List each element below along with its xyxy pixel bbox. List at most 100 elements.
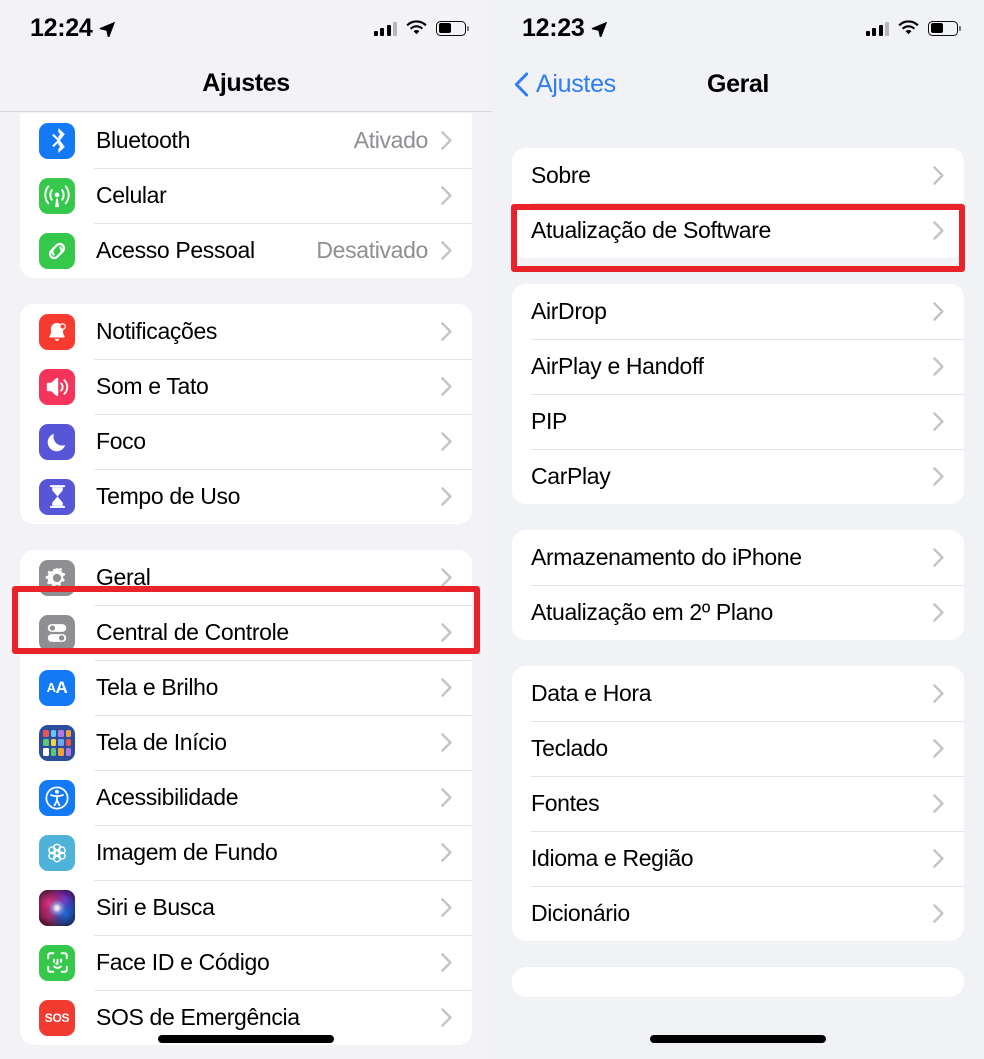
settings-row-face-id-e-codigo[interactable]: Face ID e Código (20, 935, 472, 990)
general-row-label: Armazenamento do iPhone (531, 544, 802, 570)
settings-row-imagem-de-fundo[interactable]: Imagem de Fundo (20, 825, 472, 880)
chevron-right-icon (933, 166, 944, 185)
home-screen-grid-icon (39, 724, 75, 761)
emergency-sos-icon: SOS (39, 999, 75, 1036)
settings-row-label: Tempo de Uso (96, 483, 241, 509)
general-group-sharing: AirDrop AirPlay e Handoff PIP CarPlay (512, 284, 964, 504)
chevron-right-icon (933, 684, 944, 703)
general-row-label: Fontes (531, 790, 600, 816)
general-gear-icon (39, 559, 75, 596)
chevron-right-icon (441, 678, 452, 697)
settings-row-value: Desativado (316, 237, 428, 263)
back-button[interactable]: Ajustes (514, 70, 616, 99)
general-group-next-partial (512, 967, 964, 997)
settings-row-notificacoes[interactable]: Notificações (20, 304, 472, 359)
status-bar-right (373, 20, 470, 36)
home-indicator (158, 1035, 334, 1043)
status-bar: 12:24 (0, 0, 492, 56)
location-arrow-icon (591, 20, 608, 37)
settings-row-tela-e-brilho[interactable]: AA Tela e Brilho (20, 660, 472, 715)
chevron-right-icon (441, 377, 452, 396)
general-row-label: Idioma e Região (531, 845, 694, 871)
settings-row-value: Ativado (353, 127, 429, 153)
settings-row-tela-de-inicio[interactable]: Tela de Início (20, 715, 472, 770)
general-row-label: AirPlay e Handoff (531, 353, 704, 379)
chevron-right-icon (933, 221, 944, 240)
bluetooth-icon (39, 122, 75, 159)
settings-row-label: Notificações (96, 318, 218, 344)
settings-row-geral[interactable]: Geral (20, 550, 472, 605)
chevron-right-icon (933, 302, 944, 321)
chevron-right-icon (441, 843, 452, 862)
right-phone-screen-general: 12:23 Ajustes Geral Sobre Atualização de… (492, 0, 984, 1059)
general-row-dicionario[interactable]: Dicionário (512, 886, 964, 941)
general-row-data-e-hora[interactable]: Data e Hora (512, 666, 964, 721)
chevron-right-icon (441, 1008, 452, 1027)
general-row-carplay[interactable]: CarPlay (512, 449, 964, 504)
settings-group-connectivity: Bluetooth Ativado Celular Acesso Pessoal… (20, 113, 472, 278)
settings-row-celular[interactable]: Celular (20, 168, 472, 223)
general-row-label: Sobre (531, 162, 591, 188)
settings-row-acessibilidade[interactable]: Acessibilidade (20, 770, 472, 825)
settings-row-central-de-controle[interactable]: Central de Controle (20, 605, 472, 660)
general-row-idioma-e-regiao[interactable]: Idioma e Região (512, 831, 964, 886)
dual-screenshot-container: 12:24 Ajustes Bluetooth Ativado Celular … (0, 0, 984, 1059)
status-bar-clock: 12:24 (30, 13, 93, 42)
siri-orb-icon (39, 889, 75, 926)
notifications-bell-icon (39, 313, 75, 350)
chevron-right-icon (441, 131, 452, 150)
general-row-label: Data e Hora (531, 680, 652, 706)
general-row-atualizacao-de-software[interactable]: Atualização de Software (512, 203, 964, 258)
wallpaper-flower-icon (39, 834, 75, 871)
settings-group-notifications: Notificações Som e Tato Foco Tempo de Us… (20, 304, 472, 524)
wifi-icon (898, 20, 919, 36)
chevron-right-icon (441, 953, 452, 972)
chevron-right-icon (933, 739, 944, 758)
chevron-right-icon (933, 467, 944, 486)
settings-row-foco[interactable]: Foco (20, 414, 472, 469)
general-group-info: Sobre Atualização de Software (512, 148, 964, 258)
settings-row-label: Geral (96, 564, 151, 590)
navigation-bar: Ajustes (0, 56, 492, 112)
settings-scroll-area[interactable]: Bluetooth Ativado Celular Acesso Pessoal… (0, 113, 492, 1059)
chevron-right-icon (933, 849, 944, 868)
general-row-armazenamento-do-iphone[interactable]: Armazenamento do iPhone (512, 530, 964, 585)
settings-row-label: Som e Tato (96, 373, 209, 399)
focus-moon-icon (39, 423, 75, 460)
home-indicator (650, 1035, 826, 1043)
settings-row-label: Siri e Busca (96, 894, 215, 920)
settings-row-label: SOS de Emergência (96, 1004, 300, 1030)
signal-bars-icon (373, 21, 397, 36)
control-center-toggles-icon (39, 614, 75, 651)
settings-row-label: Tela de Início (96, 729, 227, 755)
general-row-sobre[interactable]: Sobre (512, 148, 964, 203)
page-title: Ajustes (202, 69, 290, 97)
general-row-airplay-e-handoff[interactable]: AirPlay e Handoff (512, 339, 964, 394)
display-brightness-aa-icon: AA (39, 669, 75, 706)
status-bar: 12:23 (492, 0, 984, 56)
accessibility-icon (39, 779, 75, 816)
settings-row-bluetooth[interactable]: Bluetooth Ativado (20, 113, 472, 168)
chevron-right-icon (441, 241, 452, 260)
battery-icon (928, 20, 962, 36)
settings-row-label: Central de Controle (96, 619, 289, 645)
general-row-pip[interactable]: PIP (512, 394, 964, 449)
general-row-fontes[interactable]: Fontes (512, 776, 964, 831)
status-bar-left: 12:23 (522, 15, 608, 41)
general-row-label: PIP (531, 408, 568, 434)
settings-row-som-e-tato[interactable]: Som e Tato (20, 359, 472, 414)
settings-row-siri-e-busca[interactable]: Siri e Busca (20, 880, 472, 935)
general-row-airdrop[interactable]: AirDrop (512, 284, 964, 339)
chevron-left-icon (514, 72, 529, 96)
settings-row-acesso-pessoal[interactable]: Acesso Pessoal Desativado (20, 223, 472, 278)
general-row-atualizacao-em-2-plano[interactable]: Atualização em 2º Plano (512, 585, 964, 640)
general-row-teclado[interactable]: Teclado (512, 721, 964, 776)
chevron-right-icon (933, 794, 944, 813)
face-id-icon (39, 944, 75, 981)
chevron-right-icon (933, 548, 944, 567)
settings-row-label: Foco (96, 428, 146, 454)
general-scroll-area[interactable]: Sobre Atualização de Software AirDrop Ai… (492, 112, 984, 1059)
settings-row-tempo-de-uso[interactable]: Tempo de Uso (20, 469, 472, 524)
general-row-label: Atualização em 2º Plano (531, 599, 773, 625)
chevron-right-icon (441, 568, 452, 587)
